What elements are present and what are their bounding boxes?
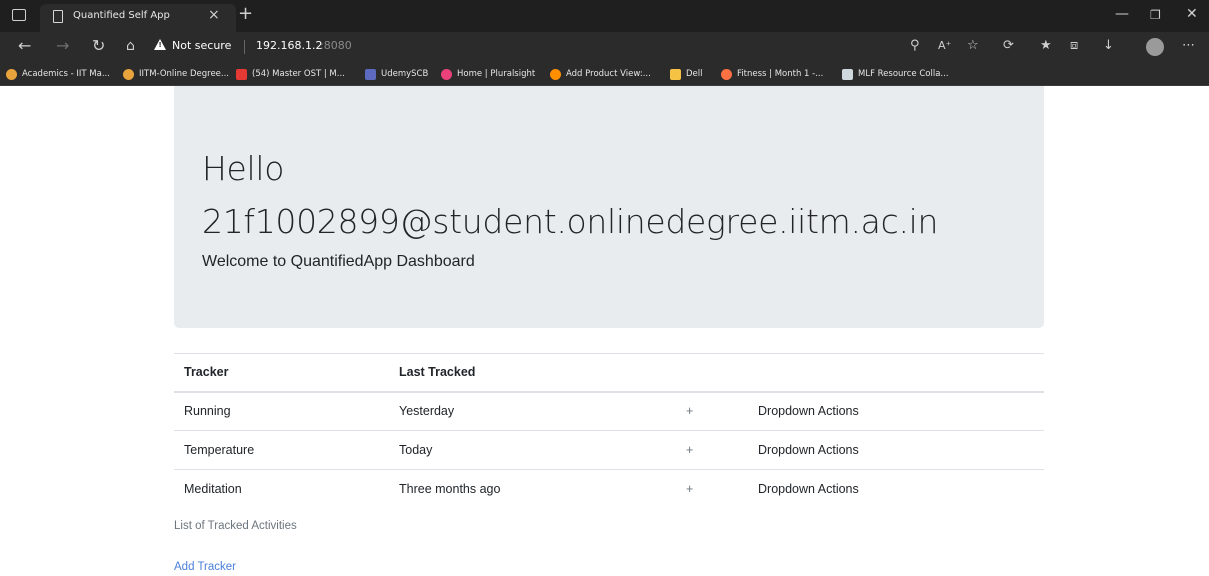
bookmark-icon — [842, 68, 853, 80]
url-port: :8080 — [320, 39, 352, 52]
tab-title: Quantified Self App — [73, 10, 170, 21]
read-aloud-icon[interactable]: A⁺ — [938, 38, 951, 54]
download-icon[interactable]: ↓ — [1103, 38, 1114, 54]
dropdown-actions[interactable]: Dropdown Actions — [748, 391, 1044, 431]
bookmark-item[interactable]: MLF Resource Colla... — [842, 66, 949, 82]
dropdown-actions[interactable]: Dropdown Actions — [748, 469, 1044, 509]
warning-icon — [154, 39, 166, 50]
header-tracker: Tracker — [174, 353, 389, 393]
bookmark-label: UdemySCB — [381, 69, 429, 79]
bookmark-item[interactable]: UdemySCB — [365, 66, 428, 82]
bookmarks-bar: Academics - IIT Ma... IITM-Online Degree… — [0, 62, 1209, 86]
add-log-button[interactable]: + — [676, 391, 748, 431]
bookmark-item[interactable]: Home | Pluralsight — [441, 66, 535, 82]
new-tab-button[interactable]: + — [238, 3, 253, 25]
add-log-button[interactable]: + — [676, 469, 748, 509]
table-row: Meditation Three months ago + Dropdown A… — [174, 469, 1044, 509]
bookmark-label: Home | Pluralsight — [457, 69, 536, 79]
divider — [244, 40, 245, 54]
bookmark-icon — [721, 68, 732, 80]
search-icon[interactable]: ⚲ — [910, 38, 920, 54]
header-add — [676, 353, 748, 393]
bookmark-label: Dell — [686, 69, 703, 79]
bookmark-label: MLF Resource Colla... — [858, 69, 949, 79]
refresh-extension-icon[interactable]: ⟳ — [1003, 38, 1014, 54]
pluralsight-icon — [441, 68, 452, 80]
bookmark-label: Fitness | Month 1 -... — [737, 69, 824, 79]
tracker-name[interactable]: Running — [174, 391, 389, 431]
close-window-icon[interactable]: ✕ — [1186, 6, 1198, 22]
bookmark-item[interactable]: Dell — [670, 66, 703, 82]
last-tracked: Three months ago — [389, 469, 676, 509]
tracker-table: Tracker Last Tracked Running Yesterday +… — [174, 353, 1044, 509]
bookmark-item[interactable]: (54) Master OST | M... — [236, 66, 345, 82]
bookmark-icon — [123, 68, 134, 80]
favorite-add-icon[interactable]: ☆ — [967, 38, 979, 54]
bookmark-item[interactable]: Academics - IIT Ma... — [6, 66, 110, 82]
greeting: Hello — [202, 149, 285, 188]
profile-avatar[interactable] — [1146, 38, 1164, 56]
bookmark-item[interactable]: IITM-Online Degree... — [123, 66, 229, 82]
favorites-icon[interactable]: ★ — [1040, 38, 1052, 54]
table-row: Running Yesterday + Dropdown Actions — [174, 391, 1044, 431]
header-actions — [748, 353, 1044, 393]
add-log-button[interactable]: + — [676, 430, 748, 470]
page-icon — [53, 10, 63, 23]
bookmark-icon — [6, 68, 17, 80]
sidebar-toggle-icon[interactable] — [12, 9, 26, 21]
add-tracker-link[interactable]: Add Tracker — [174, 561, 236, 573]
bookmark-label: (54) Master OST | M... — [252, 69, 345, 79]
restore-icon[interactable]: ❐ — [1150, 8, 1161, 22]
address-bar: ← → ↻ ⌂ Not secure 192.168.1.2 :8080 ⚲ A… — [0, 32, 1209, 62]
table-row: Temperature Today + Dropdown Actions — [174, 430, 1044, 470]
user-email: 21f1002899@student.onlinedegree.iitm.ac.… — [202, 202, 939, 241]
tracker-name[interactable]: Meditation — [174, 469, 389, 509]
folder-icon — [670, 68, 681, 80]
table-header-row: Tracker Last Tracked — [174, 353, 1044, 393]
last-tracked: Yesterday — [389, 391, 676, 431]
jumbotron: Hello 21f1002899@student.onlinedegree.ii… — [174, 86, 1044, 328]
bookmark-item[interactable]: Add Product View:... — [550, 66, 651, 82]
last-tracked: Today — [389, 430, 676, 470]
bookmark-label: Academics - IIT Ma... — [22, 69, 110, 79]
back-icon[interactable]: ← — [18, 37, 31, 55]
minimize-icon[interactable]: — — [1115, 6, 1129, 22]
bookmark-icon — [365, 68, 376, 80]
youtube-icon — [236, 68, 247, 80]
header-last-tracked: Last Tracked — [389, 353, 676, 393]
tracker-name[interactable]: Temperature — [174, 430, 389, 470]
home-icon[interactable]: ⌂ — [126, 37, 135, 55]
table-caption: List of Tracked Activities — [174, 520, 297, 532]
bookmark-label: IITM-Online Degree... — [139, 69, 230, 79]
dropdown-actions[interactable]: Dropdown Actions — [748, 430, 1044, 470]
tab-close-icon[interactable]: × — [208, 7, 220, 23]
browser-tab[interactable]: Quantified Self App × — [40, 4, 236, 32]
refresh-icon[interactable]: ↻ — [92, 37, 105, 55]
bookmark-icon — [550, 68, 561, 80]
title-bar: Quantified Self App × + — ❐ ✕ — [0, 0, 1209, 32]
collections-icon[interactable]: ⧈ — [1070, 38, 1078, 54]
page-subtitle: Welcome to QuantifiedApp Dashboard — [202, 253, 475, 270]
more-icon[interactable]: ⋯ — [1182, 38, 1195, 54]
bookmark-label: Add Product View:... — [566, 69, 651, 79]
url-host: 192.168.1.2 — [256, 39, 323, 52]
security-status[interactable]: Not secure — [172, 39, 231, 52]
forward-icon[interactable]: → — [56, 37, 69, 55]
bookmark-item[interactable]: Fitness | Month 1 -... — [721, 66, 823, 82]
